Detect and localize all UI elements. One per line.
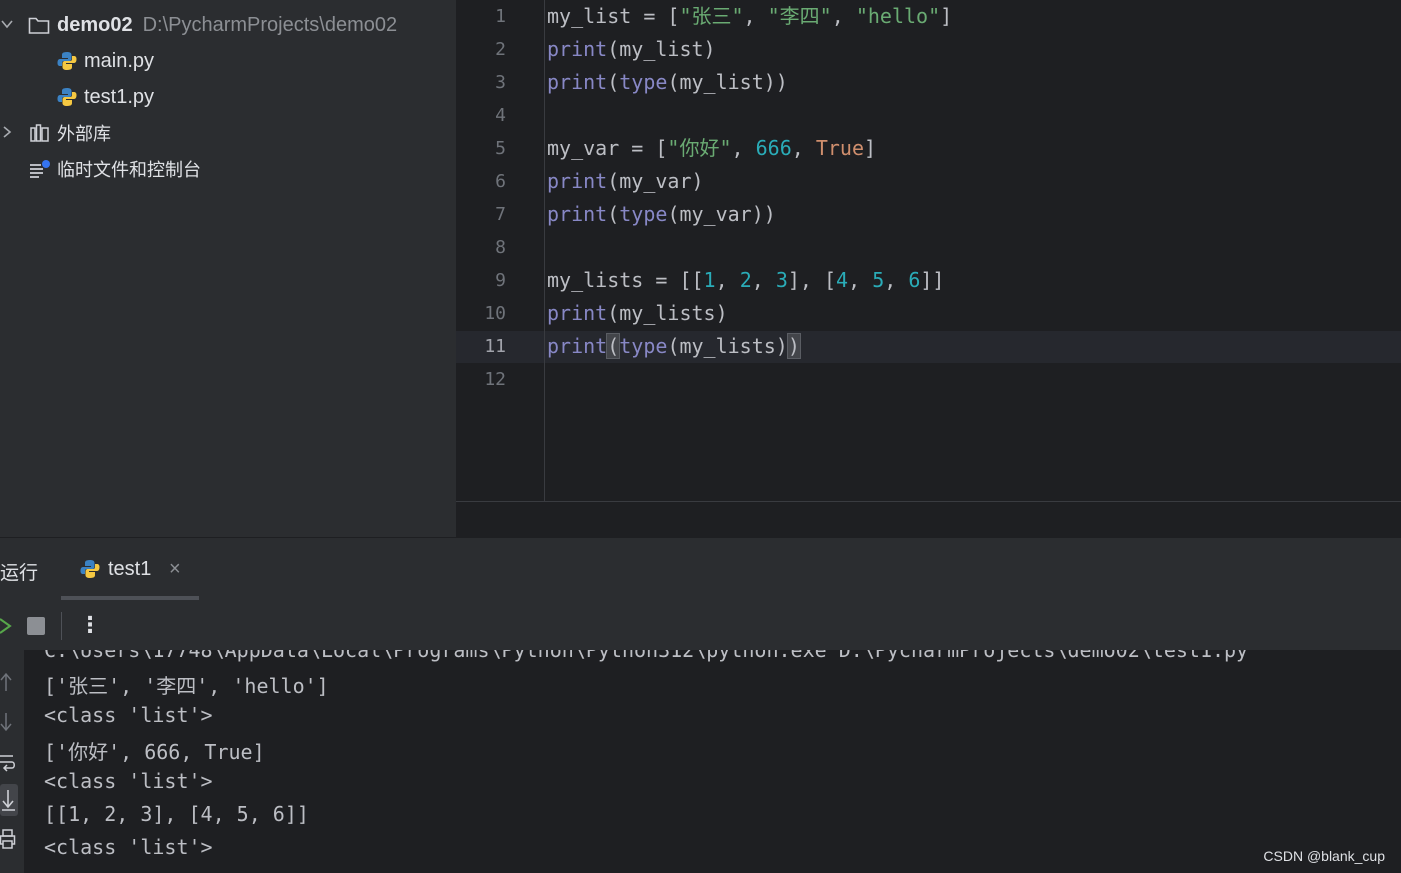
- tab-test1[interactable]: test1 ×: [61, 538, 199, 600]
- console-line: <class 'list'>: [44, 835, 213, 859]
- file-item-main[interactable]: main.py: [57, 46, 154, 76]
- run-toolbar: ⋮: [0, 600, 1401, 650]
- watermark: CSDN @blank_cup: [1263, 848, 1385, 864]
- line-number: 1: [495, 6, 506, 27]
- editor-bottom-area: [456, 501, 1401, 538]
- line-gutter: 1 2 3 4 5 6 7 8 9 10 11 12: [456, 0, 545, 501]
- code-line-10: print(my_lists): [547, 301, 728, 325]
- soft-wrap-icon[interactable]: [0, 752, 16, 776]
- run-title: 运行: [0, 562, 39, 584]
- console-line: ['张三', '李四', 'hello']: [44, 674, 329, 698]
- folder-icon: [28, 15, 50, 35]
- line-number: 6: [495, 171, 506, 192]
- code-line-9: my_lists = [[1, 2, 3], [4, 5, 6]]: [547, 268, 945, 292]
- project-panel: demo02 D:\PycharmProjects\demo02 main.py…: [0, 0, 456, 537]
- line-number: 7: [495, 204, 506, 225]
- line-number: 4: [495, 105, 506, 126]
- code-line-6: print(my_var): [547, 169, 704, 193]
- code-line-3: print(type(my_list)): [547, 70, 788, 94]
- file-item-test1[interactable]: test1.py: [57, 82, 154, 112]
- library-icon: [29, 123, 51, 143]
- line-number: 12: [484, 369, 506, 390]
- code-line-2: print(my_list): [547, 37, 716, 61]
- toolbar-separator: [61, 612, 62, 640]
- console-line: [[1, 2, 3], [4, 5, 6]]: [44, 802, 309, 826]
- code-line-5: my_var = ["你好", 666, True]: [547, 136, 877, 160]
- scratches-icon: [29, 159, 51, 179]
- scratches-item[interactable]: 临时文件和控制台: [29, 154, 201, 184]
- python-file-icon: [57, 51, 77, 71]
- more-icon[interactable]: ⋮: [79, 612, 101, 638]
- line-number: 5: [495, 138, 506, 159]
- up-arrow-icon[interactable]: [0, 672, 14, 696]
- line-number: 9: [495, 270, 506, 291]
- line-number: 8: [495, 237, 506, 258]
- project-root-path: D:\PycharmProjects\demo02: [142, 13, 398, 36]
- line-number-current: 11: [484, 336, 506, 357]
- down-arrow-icon[interactable]: [0, 712, 14, 736]
- chevron-right-icon[interactable]: [0, 125, 14, 139]
- external-libraries-item[interactable]: 外部库: [29, 118, 111, 148]
- scroll-to-end-icon[interactable]: [0, 784, 18, 816]
- code-line-1: my_list = ["张三", "李四", "hello"]: [547, 4, 953, 28]
- rerun-icon[interactable]: [0, 616, 12, 636]
- console-command-line: C:\Users\17748\AppData\Local\Programs\Py…: [44, 650, 1249, 662]
- project-root-name: demo02: [57, 13, 133, 36]
- line-number: 2: [495, 39, 506, 60]
- line-number: 10: [484, 303, 506, 324]
- print-icon[interactable]: [0, 828, 16, 854]
- scratches-label: 临时文件和控制台: [57, 160, 201, 181]
- console-line: <class 'list'>: [44, 703, 213, 727]
- file-label: test1.py: [84, 85, 155, 108]
- code-line-11: print(type(my_lists)): [547, 333, 801, 359]
- console-line: ['你好', 666, True]: [44, 740, 265, 764]
- external-libraries-label: 外部库: [57, 124, 111, 145]
- file-label: main.py: [84, 49, 155, 72]
- stop-icon[interactable]: [27, 617, 45, 635]
- python-file-icon: [57, 87, 77, 107]
- console-output[interactable]: C:\Users\17748\AppData\Local\Programs\Py…: [24, 650, 1401, 873]
- chevron-down-icon[interactable]: [0, 17, 14, 31]
- run-tool-header: 运行 test1 ×: [0, 537, 1401, 601]
- code-editor[interactable]: 1 2 3 4 5 6 7 8 9 10 11 12 my_list = ["张…: [456, 0, 1401, 501]
- tab-close-icon[interactable]: ×: [169, 558, 181, 581]
- project-root-row[interactable]: demo02 D:\PycharmProjects\demo02: [28, 10, 397, 40]
- python-file-icon: [80, 559, 100, 579]
- tab-label: test1: [108, 558, 152, 580]
- line-number: 3: [495, 72, 506, 93]
- code-line-7: print(type(my_var)): [547, 202, 776, 226]
- console-line: <class 'list'>: [44, 769, 213, 793]
- console-side-toolbar: [0, 650, 24, 873]
